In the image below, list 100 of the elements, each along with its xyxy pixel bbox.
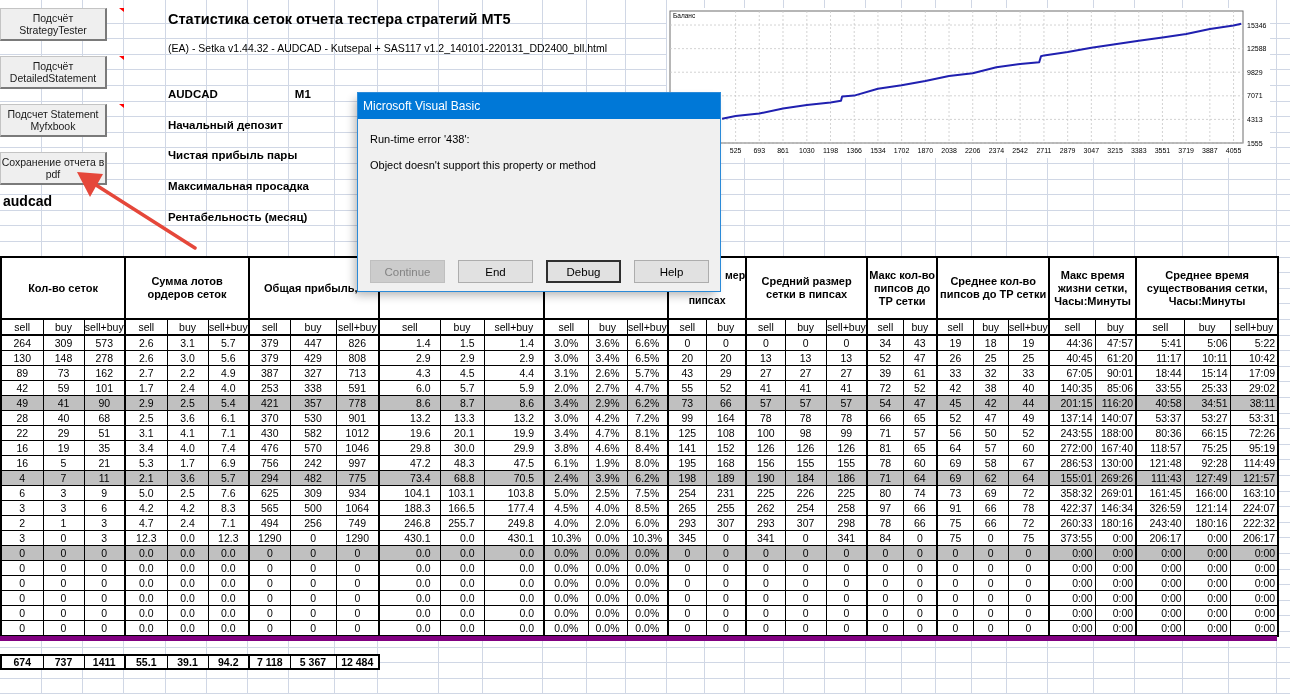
- table-cell: 0: [1, 575, 43, 591]
- table-cell: 0.0%: [544, 590, 589, 606]
- table-cell: 0:00: [1049, 590, 1096, 606]
- table-cell: 3.0%: [544, 350, 589, 366]
- table-cell: 103.1: [440, 485, 485, 501]
- table-cell: 0: [937, 590, 974, 606]
- table-cell: 0.0: [125, 560, 168, 576]
- table-cell: 50: [973, 425, 1009, 441]
- table-cell: 0:00: [1184, 545, 1231, 561]
- table-cell: 4.7%: [588, 425, 628, 441]
- table-cell: 326:59: [1136, 500, 1185, 516]
- table-cell: 0: [746, 575, 786, 591]
- dialog-button[interactable]: End: [458, 260, 533, 283]
- table-cell: 71: [867, 425, 904, 441]
- table-cell: 0.0%: [544, 575, 589, 591]
- table-cell: 4.1: [167, 425, 209, 441]
- table-cell: 0: [785, 335, 827, 351]
- table-cell: 3.4: [125, 440, 168, 456]
- table-cell: 62: [973, 470, 1009, 486]
- table-cell: 0: [1, 560, 43, 576]
- table-cell: 26: [937, 350, 974, 366]
- table-cell: 3: [43, 500, 84, 516]
- macro-button[interactable]: Подсчёт DetailedStatement: [0, 56, 107, 89]
- table-cell: 0:00: [1049, 545, 1096, 561]
- table-cell: 0: [249, 560, 291, 576]
- table-cell: 52: [937, 410, 974, 426]
- table-cell: 0.0: [379, 560, 441, 576]
- symbol-label: AUDCAD: [168, 87, 218, 100]
- table-cell: 4.2: [125, 500, 168, 516]
- table-cell: 264: [1, 335, 43, 351]
- table-cell: 18: [973, 335, 1009, 351]
- table-cell: 476: [249, 440, 291, 456]
- table-cell: 5:41: [1136, 335, 1185, 351]
- table-cell: 0: [973, 530, 1009, 546]
- table-cell: 59: [43, 380, 84, 396]
- column-header: Сумма лотов ордеров сеток: [125, 257, 250, 319]
- table-cell: 0: [1, 545, 43, 561]
- table-cell: 0: [785, 605, 827, 621]
- table-cell: 180:16: [1184, 515, 1231, 531]
- table-cell: 5: [43, 455, 84, 471]
- table-cell: 57: [973, 440, 1009, 456]
- column-header: sell: [544, 319, 589, 335]
- column-header: buy: [588, 319, 628, 335]
- table-cell: 5.0: [125, 485, 168, 501]
- table-cell: 89: [1, 365, 43, 381]
- table-cell: 0.0: [379, 605, 441, 621]
- table-cell: 18:44: [1136, 365, 1185, 381]
- table-cell: 66: [973, 515, 1009, 531]
- table-cell: 0:00: [1184, 575, 1231, 591]
- table-cell: 67:05: [1049, 365, 1096, 381]
- table-cell: 7: [43, 470, 84, 486]
- table-cell: 0: [937, 560, 974, 576]
- table-cell: 0.0%: [588, 605, 628, 621]
- table-cell: 0.0%: [588, 590, 628, 606]
- table-cell: 2.4: [167, 515, 209, 531]
- table-cell: 52: [867, 350, 904, 366]
- table-cell: 0: [1, 605, 43, 621]
- table-cell: 243:40: [1136, 515, 1185, 531]
- table-cell: 0:00: [1184, 560, 1231, 576]
- table-cell: 97: [867, 500, 904, 516]
- column-header: buy: [43, 319, 84, 335]
- table-cell: 19: [937, 335, 974, 351]
- column-header: пипсах: [688, 294, 726, 307]
- table-cell: 78: [785, 410, 827, 426]
- table-cell: 13: [785, 350, 827, 366]
- table-cell: 1.9%: [588, 455, 628, 471]
- table-cell: 0.0: [379, 590, 441, 606]
- table-cell: 0: [43, 590, 84, 606]
- table-cell: 0: [867, 590, 904, 606]
- dialog-button[interactable]: Debug: [546, 260, 621, 283]
- column-header: buy: [290, 319, 337, 335]
- macro-button[interactable]: Подсчёт StrategyTester: [0, 8, 107, 41]
- table-cell: 0.0%: [544, 545, 589, 561]
- table-cell: 294: [249, 470, 291, 486]
- table-cell: 0.0: [440, 545, 485, 561]
- table-cell: 2.9: [125, 395, 168, 411]
- table-cell: 1: [43, 515, 84, 531]
- table-cell: 0: [668, 545, 707, 561]
- table-cell: 0: [290, 590, 337, 606]
- table-cell: 201:15: [1049, 395, 1096, 411]
- table-cell: 0: [867, 575, 904, 591]
- table-cell: 0: [867, 605, 904, 621]
- table-cell: 161:45: [1136, 485, 1185, 501]
- table-cell: 0: [1, 590, 43, 606]
- table-cell: 73: [43, 365, 84, 381]
- table-cell: 358:32: [1049, 485, 1096, 501]
- table-cell: 188.3: [379, 500, 441, 516]
- table-cell: 0: [290, 575, 337, 591]
- table-cell: 0: [746, 335, 786, 351]
- macro-button[interactable]: Сохранение отчета в pdf: [0, 152, 107, 185]
- table-cell: 0.0: [440, 590, 485, 606]
- table-cell: 78: [867, 515, 904, 531]
- table-cell: 0: [668, 575, 707, 591]
- table-cell: 0.0: [167, 560, 209, 576]
- table-cell: 0:00: [1184, 530, 1231, 546]
- macro-button[interactable]: Подсчет Statement Myfxbook: [0, 104, 107, 137]
- dialog-button[interactable]: Help: [634, 260, 709, 283]
- table-cell: 3: [1, 530, 43, 546]
- table-cell: 2.5: [167, 395, 209, 411]
- table-cell: 4.7: [125, 515, 168, 531]
